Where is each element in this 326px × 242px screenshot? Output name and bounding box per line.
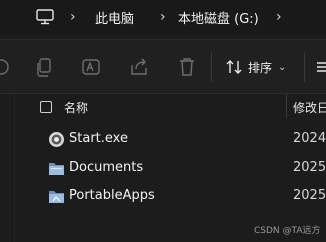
- file-row[interactable]: Start.exe 2024/: [0, 126, 326, 152]
- column-resize-handle[interactable]: [286, 94, 287, 118]
- sort-arrows-icon: [226, 60, 242, 74]
- cut-icon[interactable]: [0, 56, 12, 78]
- breadcrumb-expand-chevron-icon[interactable]: ›: [276, 0, 282, 34]
- column-header-row: 名称 修改日: [0, 94, 326, 120]
- breadcrumb-separator-icon[interactable]: ›: [70, 0, 76, 34]
- toolbar-divider: [304, 52, 305, 82]
- address-bar[interactable]: › 此电脑 › 本地磁盘 (G:) ›: [0, 0, 326, 34]
- breadcrumb-label: 本地磁盘 (G:): [178, 11, 259, 27]
- chevron-down-icon: ⌄: [278, 61, 287, 73]
- file-row[interactable]: PortableApps 2025/: [0, 183, 326, 209]
- file-date: 2024/: [293, 131, 326, 146]
- breadcrumb-this-pc[interactable]: 此电脑: [95, 0, 134, 34]
- copy-icon[interactable]: [33, 56, 55, 78]
- file-date: 2025/: [293, 160, 326, 175]
- sort-button[interactable]: 排序 ⌄: [226, 54, 286, 80]
- rename-icon[interactable]: [80, 56, 102, 78]
- column-header-modified[interactable]: 修改日: [293, 99, 326, 116]
- file-row[interactable]: Documents 2025/: [0, 155, 326, 181]
- column-header-name[interactable]: 名称: [64, 99, 88, 116]
- folder-icon: [49, 163, 64, 175]
- file-name: Documents: [69, 160, 144, 175]
- exe-app-icon: [49, 132, 64, 147]
- monitor-icon[interactable]: [36, 0, 54, 34]
- folder-icon: [49, 191, 64, 203]
- share-icon[interactable]: [128, 56, 150, 78]
- view-options-icon[interactable]: [314, 56, 326, 78]
- select-all-checkbox[interactable]: [40, 101, 52, 113]
- delete-icon[interactable]: [176, 56, 198, 78]
- breadcrumb-separator-icon[interactable]: ›: [160, 0, 166, 34]
- watermark-text: CSDN @TA远方: [254, 226, 321, 236]
- breadcrumb-label: 此电脑: [95, 11, 135, 27]
- command-bar: 排序 ⌄: [0, 39, 326, 94]
- file-name: Start.exe: [69, 131, 128, 146]
- file-name: PortableApps: [69, 188, 155, 203]
- toolbar-divider: [211, 52, 212, 82]
- sort-label: 排序: [248, 60, 273, 75]
- file-date: 2025/: [293, 188, 326, 203]
- breadcrumb-drive-g[interactable]: 本地磁盘 (G:): [178, 0, 259, 34]
